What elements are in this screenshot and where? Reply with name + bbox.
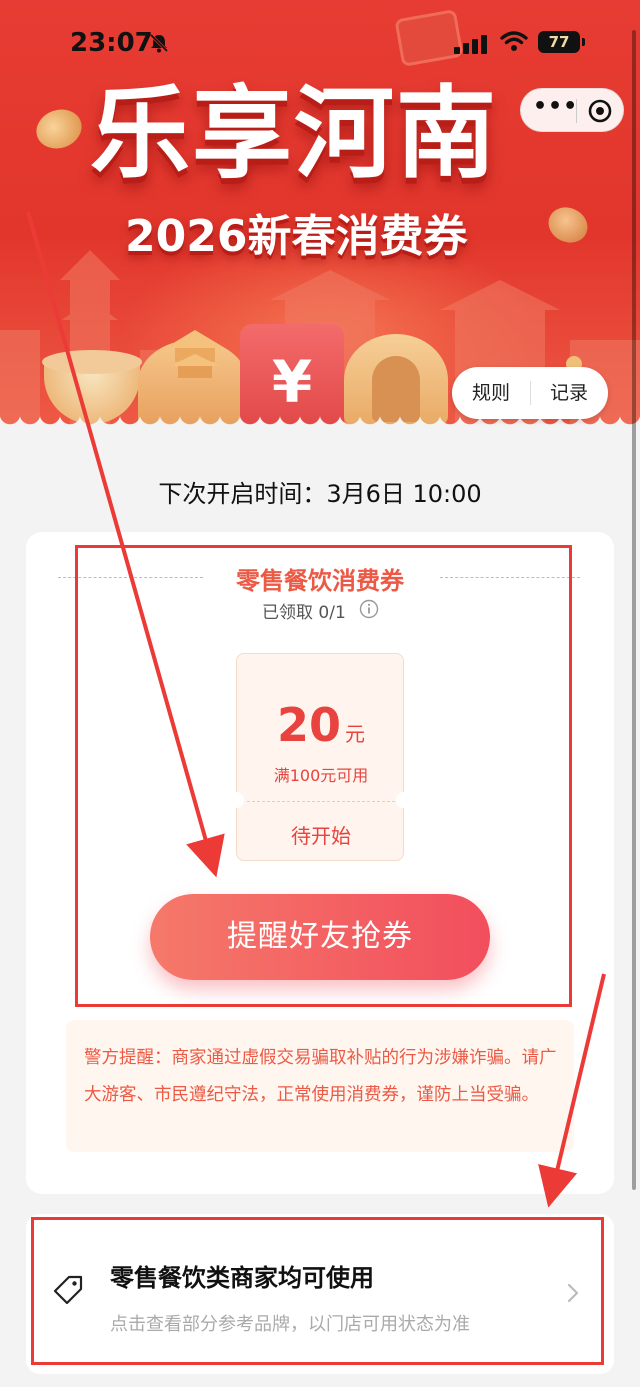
coupon-status: 待开始 (291, 824, 351, 848)
miniprogram-capsule: ••• (520, 88, 624, 132)
next-open-time: 下次开启时间：3月6日 10:00 (158, 480, 482, 508)
tag-icon (53, 1275, 83, 1305)
info-icon[interactable] (359, 599, 379, 619)
coupon-condition: 满100元可用 (273, 766, 369, 785)
cellular-signal-icon (454, 35, 487, 54)
ticket-notch-right (396, 792, 412, 808)
banner-subtitle: 2026新春消费券 (125, 211, 468, 262)
close-target-icon[interactable] (587, 98, 613, 124)
merchant-info-row[interactable] (26, 1214, 614, 1374)
rules-records-pill: 规则 记录 (452, 367, 608, 419)
buddha-illustration (372, 356, 420, 422)
yen-symbol: ¥ (271, 348, 313, 416)
coupon-amount-unit: 元 (345, 722, 365, 746)
bell-muted-icon (149, 33, 169, 53)
pagoda-illustration (165, 330, 225, 378)
remind-friends-button[interactable]: 提醒好友抢券 (150, 894, 490, 980)
banner-title: 乐享河南 (90, 75, 498, 192)
coin-decoration (30, 103, 88, 155)
capsule-divider (576, 99, 577, 123)
coupon-category-title: 零售餐饮消费券 (236, 567, 404, 595)
wifi-icon (500, 31, 528, 51)
banner-edge-cover (0, 426, 640, 434)
claimed-count: 已领取 0/1 (262, 603, 346, 623)
coupon-amount: 20 元 (237, 698, 405, 752)
ticket-divider (247, 801, 395, 802)
rules-button[interactable]: 规则 (452, 367, 530, 419)
coupon-ticket[interactable]: 20 元 满100元可用 待开始 (228, 653, 412, 861)
merchant-title: 零售餐饮类商家均可使用 (110, 1264, 374, 1292)
scrollbar[interactable] (632, 30, 636, 1190)
chevron-right-icon[interactable] (566, 1282, 580, 1304)
police-warning: 警方提醒：商家通过虚假交易骗取补贴的行为涉嫌诈骗。请广大游客、市民遵纪守法，正常… (66, 1020, 574, 1152)
battery-indicator: 77 (538, 31, 585, 53)
ticket-notch-left (228, 792, 244, 808)
more-dots-icon[interactable]: ••• (533, 96, 577, 123)
merchant-description: 点击查看部分参考品牌，以门店可用状态为准 (110, 1314, 470, 1335)
coupon-amount-value: 20 (276, 698, 341, 752)
food-bowl-rim (42, 350, 142, 374)
records-button[interactable]: 记录 (530, 367, 608, 419)
